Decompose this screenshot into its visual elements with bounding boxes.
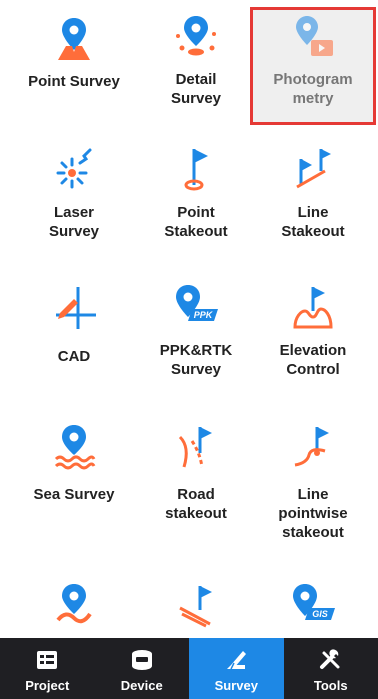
tile-label: Point Stakeout bbox=[164, 204, 228, 240]
ppk-badge: PPK bbox=[194, 310, 214, 320]
point-stakeout-icon bbox=[184, 149, 208, 191]
tile-point-survey[interactable]: Point Survey bbox=[14, 14, 134, 91]
tile-label: Elevation Control bbox=[279, 342, 347, 378]
tile-label: Detail Survey bbox=[170, 71, 222, 107]
tile-laser-survey[interactable]: Laser Survey bbox=[14, 145, 134, 241]
gis-badge: GIS bbox=[312, 609, 328, 619]
tile-label: PPK&RTK Survey bbox=[159, 342, 233, 378]
tile-label: Line Stakeout bbox=[281, 204, 345, 240]
tile-line-pointwise-stakeout[interactable]: Line pointwise stakeout bbox=[253, 423, 373, 542]
route-pin-icon bbox=[56, 584, 92, 624]
photogrammetry-icon bbox=[296, 16, 333, 56]
tab-tools[interactable]: Tools bbox=[284, 638, 378, 699]
line-pointwise-stakeout-icon bbox=[294, 427, 329, 467]
ppk-rtk-icon: PPK bbox=[176, 285, 218, 321]
tile-sea-survey[interactable]: Sea Survey bbox=[14, 423, 134, 504]
tab-survey[interactable]: Survey bbox=[189, 638, 284, 699]
tile-label: Photogram metry bbox=[273, 71, 353, 107]
point-survey-icon bbox=[58, 18, 90, 60]
tools-icon bbox=[319, 648, 340, 669]
tile-photogrammetry[interactable]: Photogram metry bbox=[250, 7, 376, 125]
tile-label: Road stakeout bbox=[165, 486, 227, 522]
project-icon bbox=[37, 650, 58, 669]
tab-label: Tools bbox=[313, 677, 348, 693]
bottom-tab-bar: Project Device Survey Tools bbox=[0, 638, 378, 699]
tab-label: Survey bbox=[214, 677, 258, 693]
detail-survey-icon bbox=[176, 16, 216, 56]
tile-label: CAD bbox=[57, 348, 91, 365]
tab-project[interactable]: Project bbox=[0, 638, 95, 699]
tile-gis[interactable]: GIS bbox=[253, 582, 373, 638]
survey-icon bbox=[227, 650, 247, 669]
elevation-control-icon bbox=[293, 287, 333, 329]
tile-label: Sea Survey bbox=[33, 486, 115, 503]
sea-survey-icon bbox=[54, 425, 96, 470]
tile-slope-stakeout[interactable] bbox=[136, 582, 256, 638]
slope-stakeout-icon bbox=[179, 586, 212, 628]
tile-label: Laser Survey bbox=[48, 204, 100, 240]
road-stakeout-icon bbox=[178, 427, 212, 468]
tile-cad[interactable]: CAD bbox=[14, 283, 134, 366]
tile-ppk-rtk-survey[interactable]: PPK PPK&RTK Survey bbox=[136, 283, 256, 379]
tile-label: Line pointwise stakeout bbox=[278, 486, 348, 541]
cad-icon bbox=[56, 287, 96, 329]
tab-device[interactable]: Device bbox=[95, 638, 190, 699]
tile-road-stakeout[interactable]: Road stakeout bbox=[136, 423, 256, 523]
survey-function-grid: Point Survey Detail Survey Photogram met… bbox=[0, 0, 378, 638]
tab-label: Project bbox=[25, 677, 70, 693]
line-stakeout-icon bbox=[296, 149, 331, 189]
tile-label: Point Survey bbox=[28, 73, 120, 90]
laser-survey-icon bbox=[56, 148, 92, 189]
tab-label: Device bbox=[120, 677, 163, 693]
gis-icon: GIS bbox=[293, 584, 335, 620]
tile-detail-survey[interactable]: Detail Survey bbox=[136, 14, 256, 108]
tile-elevation-control[interactable]: Elevation Control bbox=[253, 283, 373, 379]
tile-line-stakeout[interactable]: Line Stakeout bbox=[253, 145, 373, 241]
device-icon bbox=[131, 649, 152, 670]
tile-point-stakeout[interactable]: Point Stakeout bbox=[136, 145, 256, 241]
tile-route-pin[interactable] bbox=[14, 582, 134, 638]
